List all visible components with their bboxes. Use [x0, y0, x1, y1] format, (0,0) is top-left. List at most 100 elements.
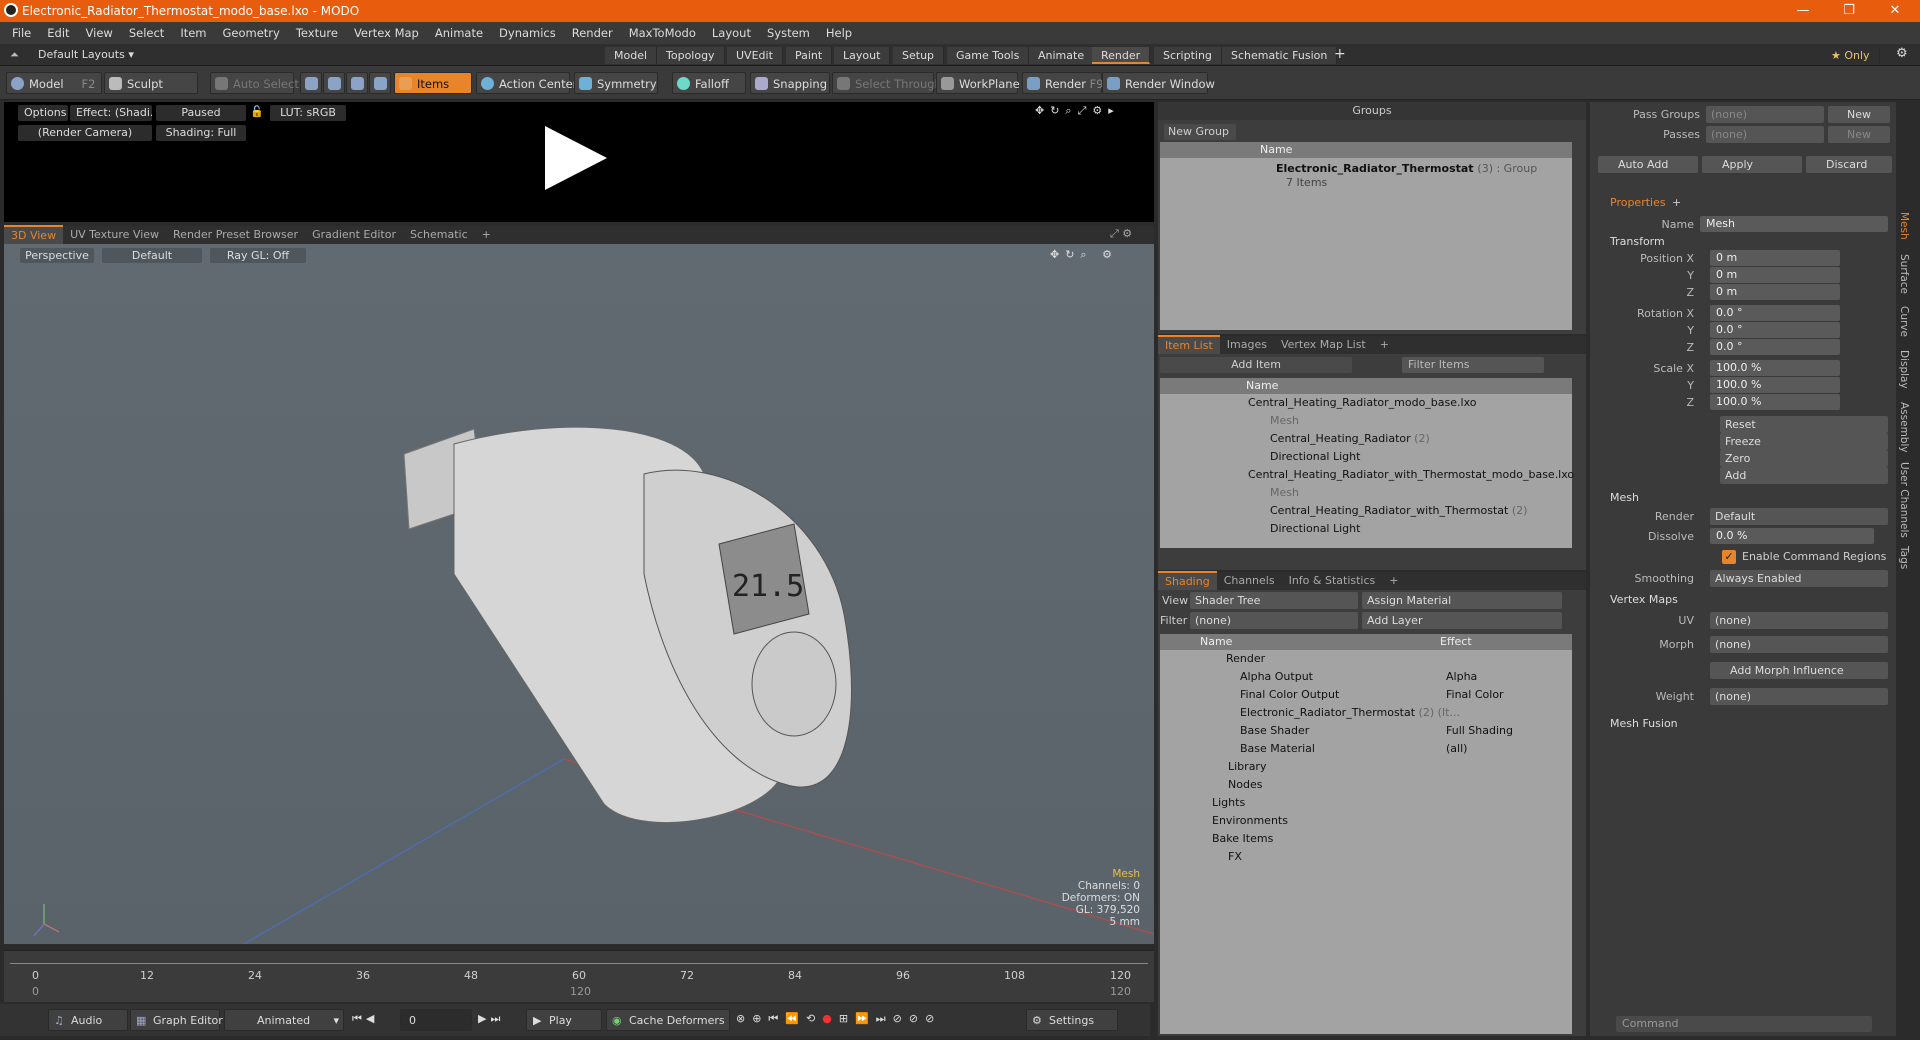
properties-tab[interactable]: Properties — [1610, 196, 1666, 209]
menu-layout[interactable]: Layout — [704, 22, 759, 44]
rotation-y-field[interactable]: 0.0 ° — [1710, 322, 1840, 338]
position-z-field[interactable]: 0 m — [1710, 284, 1840, 300]
name-column[interactable]: Name — [1160, 634, 1440, 650]
shader-row-thermostat[interactable]: Electronic_Radiator_Thermostat (2) (It..… — [1240, 704, 1460, 722]
tab-layout[interactable]: Layout — [834, 47, 891, 64]
tab-model[interactable]: Model — [605, 47, 658, 64]
render-dropdown[interactable]: Default — [1710, 508, 1888, 525]
transport-next-controls[interactable]: ▶⏭ — [478, 1012, 504, 1026]
new-group-button[interactable]: New Group — [1164, 124, 1236, 140]
viewport-nav-controls[interactable]: ✥↻⌕ ⚙ — [1050, 248, 1118, 262]
mesh-fusion-section[interactable]: Mesh Fusion — [1610, 716, 1678, 732]
tab-shading[interactable]: Shading — [1158, 571, 1217, 591]
edges-mode-button[interactable] — [323, 72, 345, 94]
new-pass-button[interactable]: New — [1828, 126, 1890, 143]
rotation-x-field[interactable]: 0.0 ° — [1710, 305, 1840, 321]
add-shading-tab-button[interactable]: + — [1382, 572, 1405, 590]
shader-tree-dropdown[interactable]: Shader Tree — [1190, 592, 1358, 609]
zero-dropdown[interactable]: Zero — [1720, 450, 1888, 467]
3d-viewport[interactable]: 21.5 — [4, 244, 1155, 945]
shader-row-bake-items[interactable]: Bake Items — [1212, 830, 1273, 848]
list-item[interactable]: Directional Light — [1270, 448, 1360, 466]
menu-render[interactable]: Render — [564, 22, 621, 44]
shading-dropdown[interactable]: Shading: Full — [156, 125, 246, 141]
only-toggle[interactable]: ★ Only — [1822, 47, 1880, 64]
cache-deformers-button[interactable]: ◉ Cache Deformers — [606, 1009, 730, 1031]
vertex-maps-section[interactable]: Vertex Maps — [1610, 592, 1678, 608]
list-item[interactable]: Directional Light — [1270, 520, 1360, 538]
vertices-mode-button[interactable] — [300, 72, 322, 94]
list-item[interactable]: Central_Heating_Radiator_with_Thermostat… — [1270, 502, 1527, 520]
gear-icon[interactable]: ⚙ — [1896, 46, 1908, 61]
shader-row-final-color-output[interactable]: Final Color Output — [1240, 686, 1339, 704]
command-input[interactable]: Command — [1616, 1016, 1872, 1032]
sculpt-button[interactable]: Sculpt — [104, 72, 198, 94]
tab-schematic-fusion[interactable]: Schematic Fusion — [1222, 47, 1338, 64]
mesh-section[interactable]: Mesh — [1610, 490, 1639, 506]
effect-cell[interactable]: Final Color — [1446, 686, 1504, 704]
menu-system[interactable]: System — [759, 22, 818, 44]
menu-select[interactable]: Select — [121, 22, 172, 44]
menu-view[interactable]: View — [78, 22, 121, 44]
pass-groups-dropdown[interactable]: (none) — [1706, 106, 1824, 123]
effect-column[interactable]: Effect — [1440, 634, 1472, 650]
auto-add-button[interactable]: Auto Add — [1598, 156, 1698, 173]
auto-select-button[interactable]: Auto Select — [210, 72, 299, 94]
action-center-button[interactable]: Action Center — [476, 72, 577, 94]
render-camera-dropdown[interactable]: (Render Camera) — [18, 125, 152, 141]
sidetab-assembly[interactable]: Assembly — [1898, 402, 1910, 453]
keying-controls[interactable]: ⊗⊕⏮⏪⟲●⊞⏩⏭⊘⊘⊘ — [736, 1012, 941, 1026]
tab-info-statistics[interactable]: Info & Statistics — [1282, 572, 1383, 590]
apply-button[interactable]: Apply — [1702, 156, 1802, 173]
timeline[interactable]: 0 12 24 36 48 60 72 84 96 108 120 0 120 … — [4, 950, 1154, 1002]
frame-input[interactable]: 0 — [400, 1009, 472, 1031]
add-properties-tab-button[interactable]: + — [1672, 196, 1681, 209]
menu-help[interactable]: Help — [818, 22, 860, 44]
position-y-field[interactable]: 0 m — [1710, 267, 1840, 283]
add-layout-tab-button[interactable]: + — [1334, 46, 1346, 62]
shader-row-base-shader[interactable]: Base Shader — [1240, 722, 1309, 740]
add-item-button[interactable]: Add Item — [1160, 357, 1352, 373]
reset-dropdown[interactable]: Reset — [1720, 416, 1888, 433]
add-morph-influence-button[interactable]: Add Morph Influence — [1710, 662, 1888, 679]
minimize-button[interactable]: — — [1780, 0, 1826, 22]
sidetab-tags[interactable]: Tags — [1898, 546, 1910, 569]
filter-items-input[interactable]: Filter Items — [1402, 357, 1544, 373]
workplane-button[interactable]: WorkPlane — [936, 72, 1020, 94]
polygons-mode-button[interactable] — [346, 72, 368, 94]
rotation-z-field[interactable]: 0.0 ° — [1710, 339, 1840, 355]
lock-icon[interactable]: 🔓 — [250, 105, 264, 118]
shader-row-alpha-output[interactable]: Alpha Output — [1240, 668, 1313, 686]
tab-uvedit[interactable]: UVEdit — [727, 47, 783, 64]
assign-material-button[interactable]: Assign Material — [1362, 592, 1562, 609]
menu-maxtomodo[interactable]: MaxToModo — [621, 22, 704, 44]
transform-section[interactable]: Transform — [1610, 234, 1665, 250]
preview-effect-dropdown[interactable]: Effect: (Shadi... — [70, 105, 152, 121]
tab-item-list[interactable]: Item List — [1158, 335, 1220, 355]
enable-command-regions-checkbox[interactable]: ✓ — [1722, 550, 1736, 564]
render-window-button[interactable]: Render Window — [1102, 72, 1215, 94]
default-layouts-dropdown[interactable]: Default Layouts ▾ — [38, 48, 134, 61]
perspective-dropdown[interactable]: Perspective — [20, 248, 94, 263]
play-icon[interactable] — [545, 126, 607, 190]
menu-vertex-map[interactable]: Vertex Map — [346, 22, 427, 44]
shader-row-environments[interactable]: Environments — [1212, 812, 1288, 830]
restore-button[interactable]: ❐ — [1826, 0, 1872, 22]
menu-item[interactable]: Item — [172, 22, 214, 44]
select-through-button[interactable]: Select Through — [832, 72, 942, 94]
tab-game-tools[interactable]: Game Tools — [947, 47, 1030, 64]
scale-x-field[interactable]: 100.0 % — [1710, 360, 1840, 376]
tab-animate[interactable]: Animate — [1029, 47, 1095, 64]
shader-row-nodes[interactable]: Nodes — [1228, 776, 1262, 794]
list-item[interactable]: Mesh — [1270, 484, 1299, 502]
effect-cell[interactable]: Alpha — [1446, 668, 1477, 686]
filter-dropdown[interactable]: (none) — [1190, 612, 1358, 629]
effect-cell[interactable]: Full Shading — [1446, 722, 1513, 740]
sidetab-surface[interactable]: Surface — [1898, 254, 1910, 294]
model-mode-button[interactable]: Model F2 — [6, 72, 102, 94]
morph-dropdown[interactable]: (none) — [1710, 636, 1888, 653]
menu-dynamics[interactable]: Dynamics — [491, 22, 564, 44]
dissolve-field[interactable]: 0.0 % — [1710, 528, 1874, 544]
effect-cell[interactable]: (all) — [1446, 740, 1467, 758]
graph-editor-button[interactable]: ▦ Graph Editor — [130, 1009, 223, 1031]
